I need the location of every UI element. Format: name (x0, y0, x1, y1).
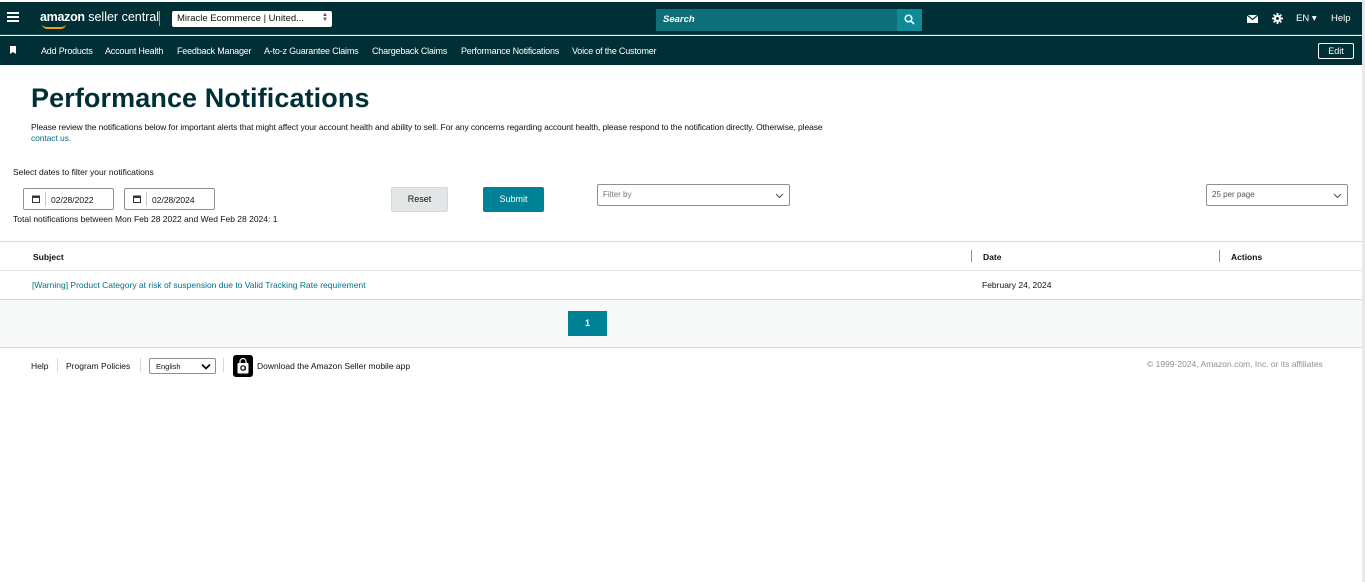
chevron-down-icon (775, 193, 784, 199)
start-date-input[interactable]: 02/28/2022 (23, 188, 114, 210)
field-divider (45, 192, 46, 206)
language-selector[interactable]: EN ▾ (1296, 13, 1317, 24)
footer-divider (140, 358, 141, 372)
account-selector-value: Miracle Ecommerce | United... (177, 13, 305, 24)
footer-divider (57, 358, 58, 372)
field-divider (146, 192, 147, 206)
footer-language-select[interactable]: English (149, 358, 216, 374)
start-date-value: 02/28/2022 (51, 195, 94, 205)
nav-item-chargeback-claims[interactable]: Chargeback Claims (372, 46, 447, 56)
per-page-select[interactable]: 25 per page (1206, 184, 1348, 206)
per-page-value: 25 per page (1212, 190, 1255, 199)
table-row: [Warning] Product Category at risk of su… (0, 271, 1362, 300)
intro-body: Please review the notifications below fo… (31, 122, 823, 132)
end-date-input[interactable]: 02/28/2024 (124, 188, 215, 210)
column-header-actions: Actions (1231, 252, 1263, 262)
search-button[interactable] (897, 9, 922, 31)
calendar-icon (133, 195, 141, 203)
date-filter-label: Select dates to filter your notification… (13, 167, 154, 177)
help-link[interactable]: Help (1331, 13, 1351, 24)
filter-by-select[interactable]: Filter by (597, 184, 790, 206)
bookmark-icon[interactable] (10, 46, 16, 54)
intro-text: Please review the notifications below fo… (31, 122, 891, 144)
bookmarks-nav: Add Products Account Health Feedback Man… (0, 36, 1362, 65)
column-header-subject[interactable]: Subject (33, 252, 64, 262)
nav-item-account-health[interactable]: Account Health (105, 46, 163, 56)
top-header: amazon seller central Miracle Ecommerce … (0, 2, 1362, 35)
footer-program-policies-link[interactable]: Program Policies (66, 361, 130, 371)
nav-item-atoz-claims[interactable]: A-to-z Guarantee Claims (264, 46, 359, 56)
account-selector[interactable]: Miracle Ecommerce | United... ▲ ▼ (172, 11, 332, 27)
logo-suffix: seller central (84, 10, 160, 24)
column-header-date[interactable]: Date (983, 252, 1001, 262)
footer-help-link[interactable]: Help (31, 361, 48, 371)
page-button-1[interactable]: 1 (568, 311, 607, 336)
logo-smile-icon (42, 24, 66, 29)
nav-item-performance-notifications[interactable]: Performance Notifications (461, 46, 559, 56)
footer-language-value: English (156, 362, 181, 371)
search-input[interactable]: Search (656, 9, 897, 31)
gear-icon[interactable] (1272, 13, 1283, 24)
chevron-down-icon (201, 363, 211, 370)
column-divider (1219, 250, 1220, 262)
submit-button[interactable]: Submit (483, 187, 544, 212)
footer-divider (223, 358, 224, 372)
copyright-text: © 1999-2024, Amazon.com, Inc. or its aff… (1147, 359, 1323, 369)
updown-arrow-icon: ▲ ▼ (322, 12, 328, 23)
amazon-seller-central-logo[interactable]: amazon seller central (40, 10, 160, 29)
search-icon (904, 14, 915, 25)
pagination: 1 (0, 300, 1362, 348)
edit-nav-button[interactable]: Edit (1318, 43, 1354, 59)
download-app-link[interactable]: Download the Amazon Seller mobile app (257, 361, 410, 371)
contact-us-link[interactable]: contact us. (31, 133, 71, 143)
page-title: Performance Notifications (31, 83, 370, 113)
logo-brand: amazon (40, 10, 85, 24)
reset-button[interactable]: Reset (391, 187, 448, 212)
mail-icon[interactable] (1247, 15, 1258, 23)
total-notifications-text: Total notifications between Mon Feb 28 2… (13, 214, 278, 224)
logo-divider (159, 11, 160, 26)
end-date-value: 02/28/2024 (152, 195, 195, 205)
menu-icon[interactable] (7, 12, 19, 22)
table-header: Subject Date Actions (0, 241, 1362, 271)
caret-down-icon: ▾ (1311, 13, 1317, 24)
nav-item-add-products[interactable]: Add Products (41, 46, 93, 56)
nav-item-feedback-manager[interactable]: Feedback Manager (177, 46, 252, 56)
nav-item-voice-of-customer[interactable]: Voice of the Customer (572, 46, 657, 56)
calendar-icon (32, 195, 40, 203)
column-divider (971, 250, 972, 262)
amazon-app-icon[interactable] (233, 355, 253, 377)
notification-subject-link[interactable]: [Warning] Product Category at risk of su… (32, 280, 366, 290)
notification-date: February 24, 2024 (982, 280, 1052, 290)
shopping-bag-icon (237, 358, 249, 374)
filter-by-placeholder: Filter by (603, 190, 632, 199)
language-value: EN (1296, 13, 1310, 24)
chevron-down-icon (1333, 193, 1342, 199)
